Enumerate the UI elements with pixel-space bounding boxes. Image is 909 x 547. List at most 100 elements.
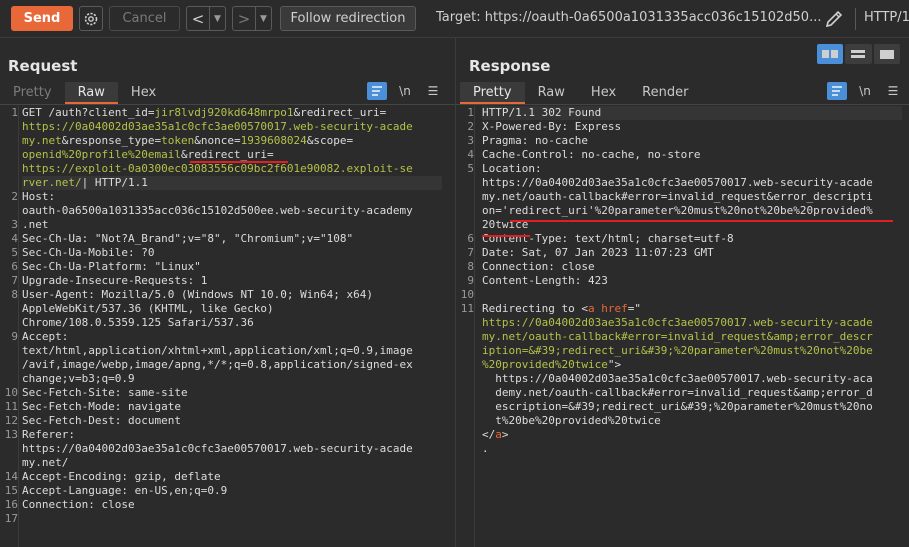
forward-arrow-icon[interactable]: > bbox=[233, 10, 255, 28]
response-tab-hex[interactable]: Hex bbox=[578, 82, 629, 104]
code-line: </a> bbox=[482, 428, 902, 442]
line-number: 1 bbox=[467, 106, 474, 119]
settings-gear-icon[interactable] bbox=[79, 6, 103, 31]
line-number bbox=[456, 428, 474, 442]
code-line: User-Agent: Mozilla/5.0 (Windows NT 10.0… bbox=[22, 288, 442, 302]
code-token: openid%20profile%20email bbox=[22, 148, 181, 161]
request-tab-pretty[interactable]: Pretty bbox=[0, 82, 65, 104]
request-tab-hex[interactable]: Hex bbox=[118, 82, 169, 104]
back-history-dropdown-icon[interactable]: ▼ bbox=[209, 7, 225, 30]
line-number bbox=[456, 330, 474, 344]
line-number bbox=[0, 358, 18, 372]
code-token: demy.net/oauth-callback#error=invalid_re… bbox=[482, 386, 873, 399]
code-token: Sec-Fetch-Mode: navigate bbox=[22, 400, 181, 413]
code-line: Date: Sat, 07 Jan 2023 11:07:23 GMT bbox=[482, 246, 902, 260]
send-button[interactable]: Send bbox=[11, 6, 73, 31]
request-redirect-uri-underline bbox=[190, 161, 288, 163]
request-editor[interactable]: 1 2 3 4 5 6 7 8 9 10 11 12 13 14 15 16 17 GET /auth?clie… bbox=[0, 106, 455, 547]
code-token: https://0a04002d03ae35a1c0cfc3ae00570017… bbox=[22, 442, 413, 455]
line-number bbox=[0, 134, 18, 148]
http-version-label[interactable]: HTTP/1 bbox=[864, 10, 909, 25]
code-token: Sec-Fetch-Site: same-site bbox=[22, 386, 188, 399]
code-token: Sec-Ch-Ua-Platform: "Linux" bbox=[22, 260, 201, 273]
forward-history-dropdown-icon[interactable]: ▼ bbox=[255, 7, 271, 30]
forward-button-group[interactable]: > ▼ bbox=[232, 6, 272, 31]
response-newline-toggle-icon[interactable]: \n bbox=[855, 82, 875, 100]
response-tab-render[interactable]: Render bbox=[629, 82, 701, 104]
split-vertical-layout-icon[interactable] bbox=[817, 44, 844, 64]
line-number bbox=[456, 176, 474, 190]
cancel-button[interactable]: Cancel bbox=[109, 6, 180, 31]
code-line: Referer: bbox=[22, 428, 442, 442]
back-arrow-icon[interactable]: < bbox=[187, 10, 209, 28]
response-word-wrap-icon[interactable] bbox=[827, 82, 847, 100]
line-number bbox=[456, 190, 474, 204]
line-number: 11 bbox=[4, 400, 18, 413]
line-number: 12 bbox=[4, 414, 18, 427]
code-line: Pragma: no-cache bbox=[482, 134, 902, 148]
response-editor[interactable]: 1 2 3 4 5 6 7 8 9 10 11 HTTP/1.1 302 Found X-Powere… bbox=[456, 106, 909, 547]
code-line: https://0a04002d03ae35a1c0cfc3ae00570017… bbox=[482, 316, 902, 330]
code-line: https://0a04002d03ae35a1c0cfc3ae00570017… bbox=[482, 372, 902, 386]
code-line: my.net/oauth-callback#error=invalid_requ… bbox=[482, 190, 902, 204]
back-button-group[interactable]: < ▼ bbox=[186, 6, 226, 31]
line-number: 10 bbox=[460, 288, 474, 301]
line-number: 5 bbox=[11, 246, 18, 259]
response-tab-raw[interactable]: Raw bbox=[525, 82, 578, 104]
request-word-wrap-icon[interactable] bbox=[367, 82, 387, 100]
code-token: Redirecting to bbox=[482, 302, 582, 315]
line-number: 2 bbox=[11, 190, 18, 203]
response-panel-title: Response bbox=[469, 57, 551, 75]
line-number: 6 bbox=[467, 232, 474, 245]
code-token: Sec-Ch-Ua: "Not?A_Brand";v="8", "Chromiu… bbox=[22, 232, 354, 245]
follow-redirection-button[interactable]: Follow redirection bbox=[280, 6, 416, 31]
code-token: a bbox=[495, 428, 502, 441]
code-line: my.net&response_type=token&nonce=1939608… bbox=[22, 134, 442, 148]
code-line: Sec-Ch-Ua-Mobile: ?0 bbox=[22, 246, 442, 260]
code-token: Cache-Control: no-cache, no-store bbox=[482, 148, 701, 161]
code-token: User-Agent: Mozilla/5.0 (Windows NT 10.0… bbox=[22, 288, 373, 301]
request-tab-raw[interactable]: Raw bbox=[64, 82, 118, 104]
code-token: https://exploit-0a0300ec03083556c09bc2f6… bbox=[22, 162, 413, 175]
code-token: /avif,image/webp,image/apng,*/*;q=0.8,ap… bbox=[22, 358, 413, 371]
code-token: my.net/oauth-callback#error=invalid_requ… bbox=[482, 190, 873, 203]
code-token: Accept-Encoding: gzip, deflate bbox=[22, 470, 221, 483]
code-token: GET /auth?client_id= bbox=[22, 106, 155, 119]
line-number bbox=[456, 414, 474, 428]
edit-target-pencil-icon[interactable] bbox=[822, 7, 846, 31]
line-number: 7 bbox=[11, 274, 18, 287]
request-code[interactable]: GET /auth?client_id=jir8lvdj920kd648mrpo… bbox=[22, 106, 442, 526]
request-newline-toggle-icon[interactable]: \n bbox=[395, 82, 415, 100]
code-token: rver.net/ bbox=[22, 176, 82, 189]
code-token: on='redirect_uri'%20parameter%20must%20n… bbox=[482, 204, 873, 217]
line-number: 4 bbox=[467, 148, 474, 161]
code-token: escription=&#39;redirect_uri&#39;%20para… bbox=[482, 400, 873, 413]
line-number: 8 bbox=[467, 260, 474, 273]
code-token: </ bbox=[482, 428, 496, 441]
code-token: https://0a04002d03ae35a1c0cfc3ae00570017… bbox=[22, 120, 413, 133]
response-line-numbers: 1 2 3 4 5 6 7 8 9 10 11 bbox=[456, 106, 474, 456]
code-line: Sec-Fetch-Site: same-site bbox=[22, 386, 442, 400]
code-token: Location: bbox=[482, 162, 542, 175]
line-number bbox=[456, 204, 474, 218]
response-menu-icon[interactable]: ☰ bbox=[883, 82, 903, 100]
code-token: Content-Type: text/html; charset=utf-8 bbox=[482, 232, 734, 245]
code-token: | HTTP/1.1 bbox=[81, 176, 148, 189]
request-gutter-separator bbox=[18, 106, 19, 547]
response-tab-pretty[interactable]: Pretty bbox=[460, 82, 525, 104]
request-panel-title: Request bbox=[8, 57, 78, 75]
single-pane-layout-icon[interactable] bbox=[873, 44, 900, 64]
code-line: change;v=b3;q=0.9 bbox=[22, 372, 442, 386]
code-line: Host: bbox=[22, 190, 442, 204]
code-line: Accept-Language: en-US,en;q=0.9 bbox=[22, 484, 442, 498]
code-line: Sec-Ch-Ua: "Not?A_Brand";v="8", "Chromiu… bbox=[22, 232, 442, 246]
code-line: HTTP/1.1 302 Found bbox=[482, 106, 902, 120]
request-menu-icon[interactable]: ☰ bbox=[423, 82, 443, 100]
code-token: https://0a04002d03ae35a1c0cfc3ae00570017… bbox=[482, 316, 873, 329]
code-token: Upgrade-Insecure-Requests: 1 bbox=[22, 274, 208, 287]
line-number: 5 bbox=[467, 162, 474, 175]
line-number bbox=[456, 386, 474, 400]
split-horizontal-layout-icon[interactable] bbox=[845, 44, 872, 64]
code-token: Pragma: no-cache bbox=[482, 134, 588, 147]
response-code[interactable]: HTTP/1.1 302 Found X-Powered-By: Express P… bbox=[482, 106, 902, 456]
